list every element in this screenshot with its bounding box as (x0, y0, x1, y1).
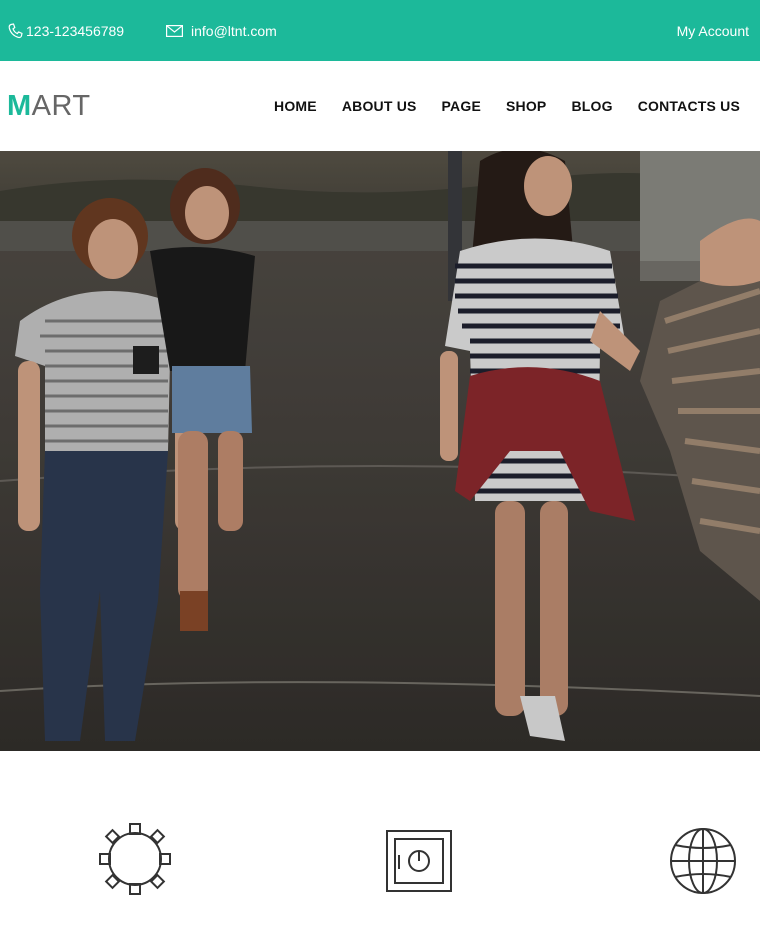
email-contact[interactable]: info@ltnt.com (166, 0, 277, 61)
phone-contact[interactable]: 123-123456789 (8, 0, 124, 61)
logo-letter: M (7, 90, 32, 122)
logo-text: ART (31, 90, 91, 122)
email-address: info@ltnt.com (191, 22, 277, 39)
globe-icon (669, 827, 737, 900)
features-section (0, 751, 760, 925)
safe-icon (385, 829, 453, 898)
main-nav: HOME ABOUT US PAGE SHOP BLOG CONTACTS US (274, 61, 740, 151)
phone-number: 123-123456789 (26, 22, 125, 39)
hero-photo (0, 151, 760, 751)
envelope-icon (166, 24, 183, 37)
gear-icon (97, 821, 173, 902)
nav-blog[interactable]: BLOG (571, 98, 612, 114)
my-account-link[interactable]: My Account (677, 0, 749, 61)
main-header: MART HOME ABOUT US PAGE SHOP BLOG CONTAC… (0, 61, 760, 151)
nav-home[interactable]: HOME (274, 98, 317, 114)
phone-icon (8, 22, 23, 39)
nav-contacts-us[interactable]: CONTACTS US (638, 98, 740, 114)
top-bar: 123-123456789 info@ltnt.com My Account (0, 0, 760, 61)
hero-image (0, 151, 760, 751)
nav-about-us[interactable]: ABOUT US (342, 98, 417, 114)
nav-shop[interactable]: SHOP (506, 98, 546, 114)
site-logo[interactable]: MART (7, 88, 91, 124)
nav-page[interactable]: PAGE (442, 98, 481, 114)
